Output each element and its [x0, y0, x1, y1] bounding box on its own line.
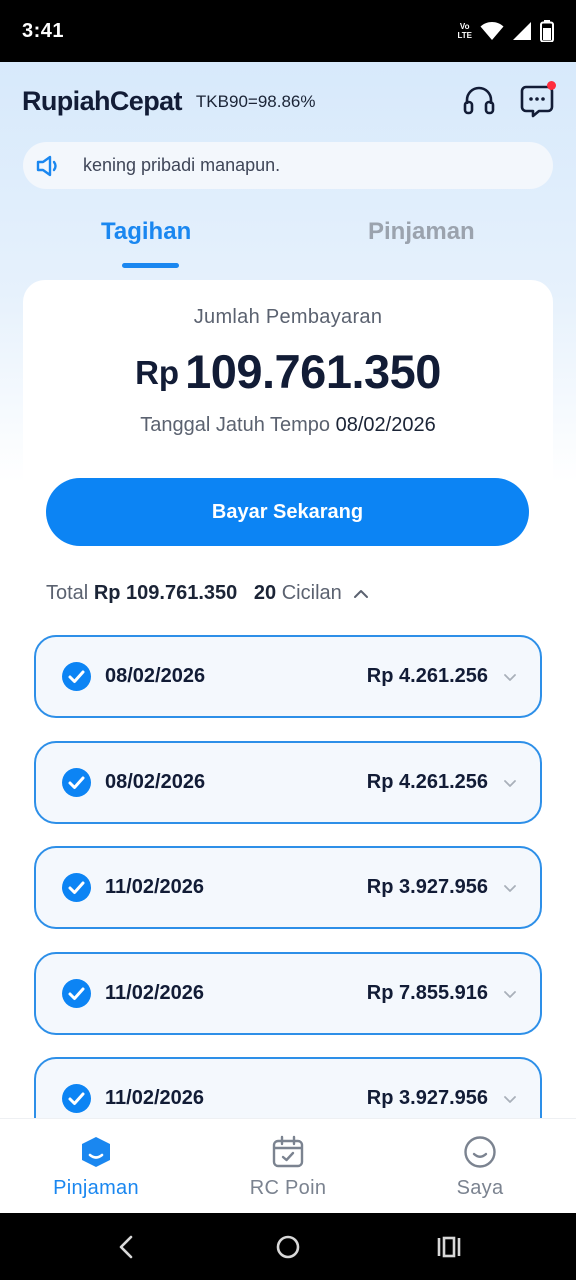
system-nav-bar: [0, 1213, 576, 1280]
installment-item[interactable]: 11/02/2026 Rp 3.927.956: [34, 1057, 542, 1119]
installment-amount: Rp 4.261.256: [366, 771, 488, 793]
currency-label: Rp: [135, 354, 180, 391]
volte-icon: Vo LTE: [457, 22, 472, 40]
installment-list: 08/02/2026 Rp 4.261.256 08/02/2026 Rp 4.…: [34, 635, 542, 1119]
chevron-down-icon[interactable]: [502, 880, 518, 896]
tab-tagihan[interactable]: Tagihan: [101, 218, 191, 246]
nav-label: Pinjaman: [53, 1177, 139, 1199]
headset-icon[interactable]: [462, 84, 496, 118]
nav-label: Saya: [456, 1177, 504, 1199]
nav-label: RC Poin: [249, 1177, 327, 1199]
pay-now-button[interactable]: Bayar Sekarang: [46, 478, 529, 546]
amount-label: Jumlah Pembayaran: [193, 306, 383, 328]
nav-pinjaman[interactable]: Pinjaman: [0, 1119, 192, 1214]
active-tab-indicator: [122, 263, 179, 268]
tkb-rate: TKB90=98.86%: [195, 92, 316, 111]
check-circle-icon[interactable]: [62, 1084, 91, 1113]
notice-banner[interactable]: kening pribadi manapun.: [23, 142, 553, 189]
installment-date: 11/02/2026: [105, 982, 204, 1004]
home-icon[interactable]: [274, 1233, 302, 1261]
smiley-icon: [464, 1136, 496, 1168]
installment-amount: Rp 3.927.956: [366, 1087, 488, 1109]
app-logo: RupiahCepat: [22, 85, 183, 116]
status-bar: 3:41 Vo LTE: [0, 0, 576, 62]
status-time: 3:41: [22, 19, 65, 42]
speaker-icon: [36, 155, 57, 176]
nav-saya[interactable]: Saya: [384, 1119, 576, 1214]
notice-text: kening pribadi manapun.: [83, 155, 281, 175]
nav-rc-poin[interactable]: RC Poin: [192, 1119, 384, 1214]
total-label: Total: [46, 582, 89, 604]
chevron-down-icon[interactable]: [502, 775, 518, 791]
installment-date: 11/02/2026: [105, 1087, 204, 1109]
installment-item[interactable]: 08/02/2026 Rp 4.261.256: [34, 635, 542, 718]
check-circle-icon[interactable]: [62, 768, 91, 797]
chat-icon[interactable]: [520, 81, 556, 118]
chevron-up-icon[interactable]: [352, 587, 370, 601]
total-value: Rp 109.761.350: [93, 582, 238, 604]
chevron-down-icon[interactable]: [502, 1091, 518, 1107]
due-label: Tanggal Jatuh Tempo: [140, 414, 331, 436]
installment-date: 08/02/2026: [105, 771, 206, 793]
due-date-row: Tanggal Jatuh Tempo 08/02/2026: [23, 414, 553, 437]
installment-summary[interactable]: Total Rp 109.761.350 20 Cicilan: [46, 582, 370, 605]
wifi-icon: [480, 22, 504, 40]
payment-amount: Rp 109.761.350: [23, 344, 553, 399]
installment-date: 08/02/2026: [105, 665, 206, 687]
installment-date: 11/02/2026: [105, 876, 204, 898]
back-icon[interactable]: [113, 1233, 141, 1261]
chevron-down-icon[interactable]: [502, 986, 518, 1002]
amount-value: 109.761.350: [185, 345, 441, 398]
notification-dot: [547, 81, 556, 90]
installment-item[interactable]: 08/02/2026 Rp 4.261.256: [34, 741, 542, 824]
installment-count: 20: [253, 582, 277, 604]
chevron-down-icon[interactable]: [502, 669, 518, 685]
app-header: RupiahCepat TKB90=98.86%: [0, 62, 576, 140]
shield-face-icon: [82, 1137, 110, 1167]
installment-amount: Rp 7.855.916: [366, 982, 488, 1004]
header-actions: [462, 81, 556, 118]
status-icons: Vo LTE: [457, 20, 554, 42]
due-date: 08/02/2026: [335, 414, 436, 436]
signal-icon: [513, 22, 531, 40]
tab-pinjaman[interactable]: Pinjaman: [368, 218, 475, 246]
installment-item[interactable]: 11/02/2026 Rp 7.855.916: [34, 952, 542, 1035]
installment-count-label: Cicilan: [281, 582, 342, 604]
check-circle-icon[interactable]: [62, 662, 91, 691]
tab-bar: Tagihan Pinjaman: [0, 210, 576, 270]
recents-icon[interactable]: [435, 1233, 463, 1261]
battery-icon: [540, 20, 554, 42]
calendar-check-icon: [272, 1135, 304, 1168]
installment-amount: Rp 3.927.956: [366, 876, 488, 898]
check-circle-icon[interactable]: [62, 979, 91, 1008]
bottom-nav: Pinjaman RC Poin Saya: [0, 1118, 576, 1213]
check-circle-icon[interactable]: [62, 873, 91, 902]
installment-item[interactable]: 11/02/2026 Rp 3.927.956: [34, 846, 542, 929]
installment-amount: Rp 4.261.256: [366, 665, 488, 687]
